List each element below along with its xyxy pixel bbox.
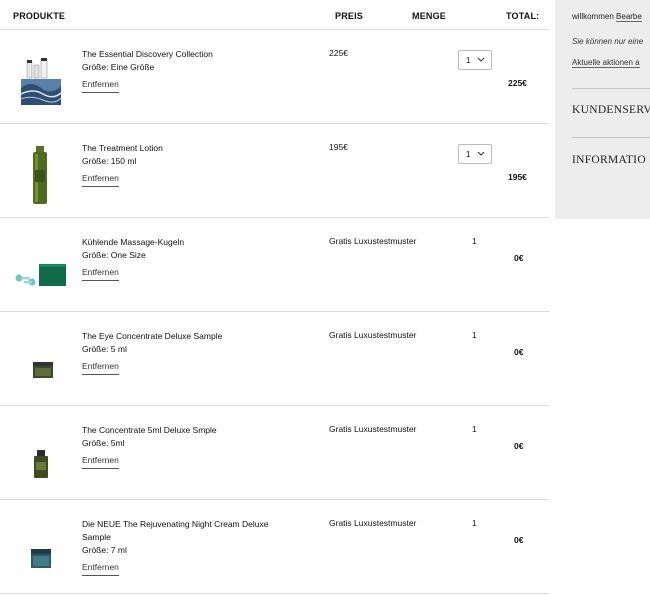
product-name: The Essential Discovery Collection: [82, 49, 213, 59]
product-price: Gratis Luxustestmuster: [329, 518, 417, 528]
quantity-select[interactable]: 1: [458, 144, 492, 164]
product-image-night-cream: [31, 549, 51, 568]
quantity-value: 1: [466, 56, 471, 65]
product-name: The Concentrate 5ml Deluxe Smple: [82, 425, 217, 435]
product-size: Größe: 7 ml: [82, 545, 127, 555]
remove-link[interactable]: Entfernen: [82, 172, 119, 187]
product-size: Größe: 5 ml: [82, 344, 127, 354]
remove-link[interactable]: Entfernen: [82, 78, 119, 93]
cart-row: The Eye Concentrate Deluxe Sample Größe:…: [0, 312, 549, 406]
information-section[interactable]: INFORMATIO: [572, 154, 646, 166]
product-image-concentrate-sample: [34, 450, 48, 478]
product-image-eye-concentrate: [33, 362, 53, 378]
quantity-value: 1: [472, 330, 477, 340]
remove-link[interactable]: Entfernen: [82, 454, 119, 469]
welcome-text: willkommen Bearbe: [572, 12, 642, 22]
quantity-value: 1: [466, 150, 471, 159]
product-total: 0€: [514, 441, 524, 451]
customer-service-section[interactable]: KUNDENSERV: [572, 104, 650, 116]
product-price: Gratis Luxustestmuster: [329, 424, 417, 434]
product-name: Die NEUE The Rejuvenating Night Cream De…: [82, 519, 269, 542]
product-price: Gratis Luxustestmuster: [329, 236, 417, 246]
product-price: 225€: [329, 48, 348, 58]
product-size: Größe: 150 ml: [82, 156, 137, 166]
sidebar-note: Sie können nur eine: [572, 37, 644, 46]
product-size: Größe: 5ml: [82, 438, 125, 448]
cart-row: Kühlende Massage-Kugeln Größe: One Size …: [0, 218, 549, 312]
quantity-select[interactable]: 1: [458, 50, 492, 70]
cart-table: PRODUKTE PREIS MENGE TOTAL: The Essentia…: [0, 0, 549, 594]
product-price: 195€: [329, 142, 348, 152]
cart-row: The Essential Discovery Collection Größe…: [0, 30, 549, 124]
header-total: TOTAL:: [506, 11, 540, 21]
quantity-value: 1: [472, 518, 477, 528]
account-sidebar: willkommen Bearbe Sie können nur eine Ak…: [555, 0, 650, 219]
product-total: 0€: [514, 535, 524, 545]
product-total: 225€: [508, 78, 527, 88]
quantity-value: 1: [472, 236, 477, 246]
product-name: The Treatment Lotion: [82, 143, 163, 153]
product-size: Größe: Eine Größe: [82, 62, 155, 72]
welcome-label: willkommen: [572, 12, 614, 21]
remove-link[interactable]: Entfernen: [82, 360, 119, 375]
product-size: Größe: One Size: [82, 250, 146, 260]
product-image-massage-balls: [15, 264, 66, 286]
product-image-treatment-lotion: [33, 146, 47, 204]
product-total: 0€: [514, 253, 524, 263]
sidebar-divider: [572, 88, 650, 89]
header-products: PRODUKTE: [13, 11, 66, 21]
header-price: PREIS: [335, 11, 364, 21]
cart-header: PRODUKTE PREIS MENGE TOTAL:: [0, 0, 549, 30]
product-name: Kühlende Massage-Kugeln: [82, 237, 185, 247]
sidebar-divider: [572, 137, 650, 138]
cart-row: Die NEUE The Rejuvenating Night Cream De…: [0, 500, 549, 594]
promotions-link[interactable]: Aktuelle aktionen a: [572, 58, 640, 68]
header-quantity: MENGE: [412, 11, 447, 21]
chevron-down-icon: [477, 57, 485, 62]
product-price: Gratis Luxustestmuster: [329, 330, 417, 340]
product-name: The Eye Concentrate Deluxe Sample: [82, 331, 223, 341]
remove-link[interactable]: Entfernen: [82, 561, 119, 576]
product-total: 0€: [514, 347, 524, 357]
product-image-discovery-collection: [20, 58, 62, 105]
product-total: 195€: [508, 172, 527, 182]
cart-row: The Concentrate 5ml Deluxe Smple Größe: …: [0, 406, 549, 500]
remove-link[interactable]: Entfernen: [82, 266, 119, 281]
cart-row: The Treatment Lotion Größe: 150 ml Entfe…: [0, 124, 549, 218]
chevron-down-icon: [477, 151, 485, 156]
quantity-value: 1: [472, 424, 477, 434]
edit-link[interactable]: Bearbe: [616, 12, 642, 22]
